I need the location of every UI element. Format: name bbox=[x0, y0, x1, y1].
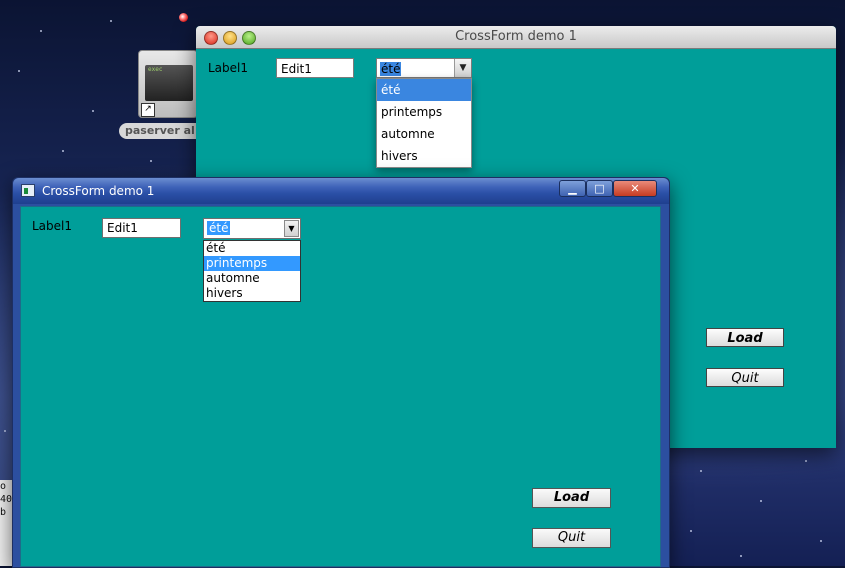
paserver-desktop-icon[interactable]: exec ↗ bbox=[136, 48, 198, 120]
quit-button[interactable]: Quit bbox=[532, 528, 611, 548]
alias-arrow-icon: ↗ bbox=[141, 103, 155, 117]
mac-title-bar[interactable]: CrossForm demo 1 bbox=[196, 26, 836, 49]
label1: Label1 bbox=[208, 61, 249, 75]
combobox-value: été bbox=[380, 62, 402, 76]
notification-dot bbox=[179, 13, 188, 22]
window-app-icon bbox=[21, 184, 35, 197]
thumbnail-exec-text: exec bbox=[148, 66, 163, 73]
mac-window-title: CrossForm demo 1 bbox=[455, 29, 577, 44]
combobox-value: été bbox=[207, 221, 231, 235]
quit-button[interactable]: Quit bbox=[706, 368, 784, 387]
season-dropdown-list: été printemps automne hivers bbox=[203, 240, 301, 302]
dropdown-option-hivers[interactable]: hivers bbox=[377, 145, 471, 167]
season-combobox[interactable]: été ▼ bbox=[203, 218, 301, 239]
dropdown-option-printemps[interactable]: printemps bbox=[204, 256, 300, 271]
edit1-field[interactable]: Edit1 bbox=[102, 218, 181, 238]
load-button[interactable]: Load bbox=[532, 488, 611, 508]
dropdown-option-ete[interactable]: été bbox=[204, 241, 300, 256]
close-button[interactable]: ✕ bbox=[613, 180, 657, 197]
chevron-down-icon[interactable]: ▼ bbox=[284, 220, 299, 237]
edit1-field[interactable]: Edit1 bbox=[276, 58, 354, 78]
dropdown-option-hivers[interactable]: hivers bbox=[204, 286, 300, 301]
chevron-down-icon[interactable]: ▼ bbox=[454, 59, 471, 77]
season-dropdown-list: été printemps automne hivers bbox=[376, 78, 472, 168]
windows-form-client: Label1 Edit1 été ▼ été printemps automne… bbox=[20, 206, 661, 567]
windows-window-title: CrossForm demo 1 bbox=[42, 184, 155, 198]
dropdown-option-ete[interactable]: été bbox=[377, 79, 471, 101]
app-thumbnail: exec ↗ bbox=[138, 50, 198, 118]
dropdown-option-printemps[interactable]: printemps bbox=[377, 101, 471, 123]
season-combobox[interactable]: été ▼ bbox=[376, 58, 472, 78]
maximize-button[interactable]: □ bbox=[586, 180, 613, 197]
dropdown-option-automne[interactable]: automne bbox=[377, 123, 471, 145]
windows-title-bar[interactable]: CrossForm demo 1 ▁ □ ✕ bbox=[13, 178, 669, 204]
load-button[interactable]: Load bbox=[706, 328, 784, 347]
label1: Label1 bbox=[32, 219, 73, 233]
minimize-button[interactable]: ▁ bbox=[559, 180, 586, 197]
dropdown-option-automne[interactable]: automne bbox=[204, 271, 300, 286]
windows-crossform-window: CrossForm demo 1 ▁ □ ✕ Label1 Edit1 été … bbox=[12, 177, 670, 568]
